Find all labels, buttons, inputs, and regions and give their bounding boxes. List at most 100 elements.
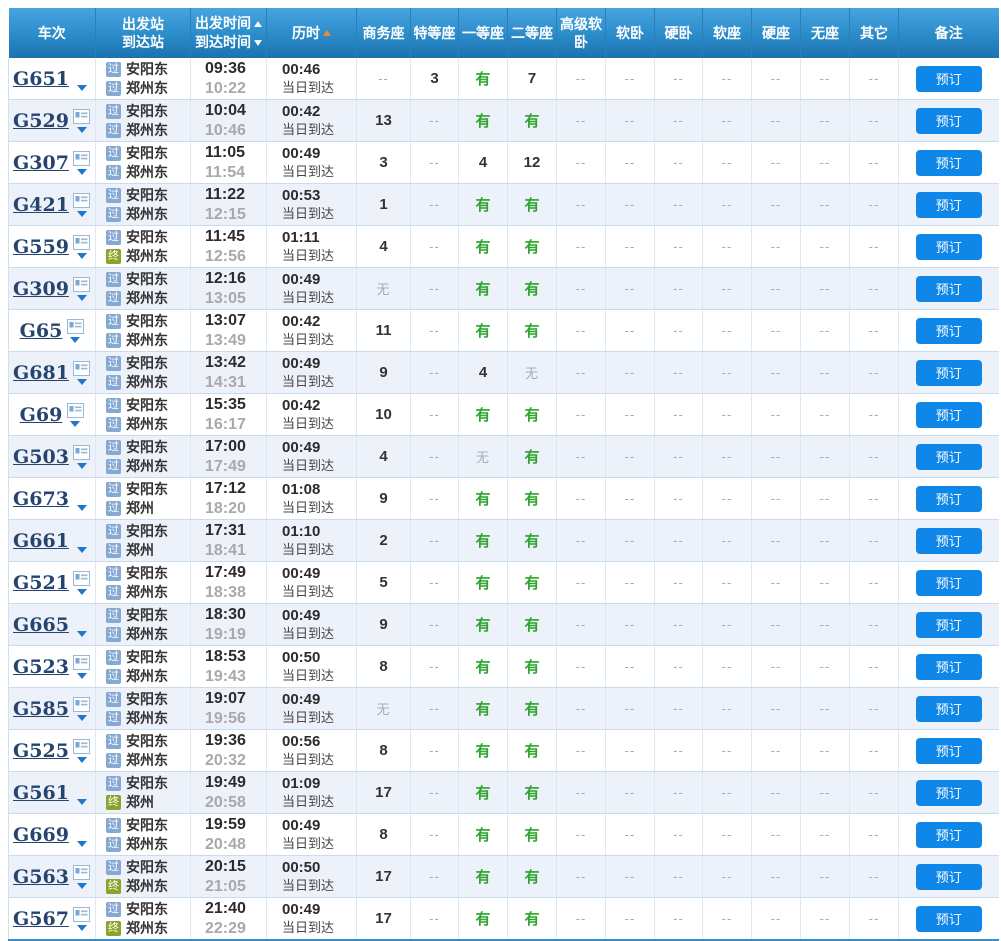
book-button[interactable]: 预订 xyxy=(915,653,982,680)
expand-caret-icon[interactable] xyxy=(76,294,87,301)
expand-caret-icon[interactable] xyxy=(70,420,81,427)
sort-asc-icon[interactable] xyxy=(254,20,262,27)
seat-other: -- xyxy=(849,729,899,772)
seat-first-class: 有 xyxy=(458,267,508,310)
seat-hard-sleeper: -- xyxy=(654,729,703,772)
duration-sort-asc-icon[interactable] xyxy=(323,30,331,36)
book-button[interactable]: 预订 xyxy=(915,233,982,260)
expand-caret-icon[interactable] xyxy=(76,882,87,889)
seat-second-class: 有 xyxy=(507,225,557,268)
expand-caret-icon[interactable] xyxy=(76,126,87,133)
book-button[interactable]: 预订 xyxy=(915,107,982,134)
expand-caret-icon[interactable] xyxy=(76,462,87,469)
depart-time: 17:49 xyxy=(205,563,246,581)
train-number-link[interactable]: G521 xyxy=(13,572,69,594)
train-number-link[interactable]: G661 xyxy=(13,530,69,552)
expand-caret-icon[interactable] xyxy=(76,378,87,385)
book-button[interactable]: 预订 xyxy=(915,695,982,722)
expand-caret-icon[interactable] xyxy=(76,714,87,721)
train-number-link[interactable]: G673 xyxy=(13,488,69,510)
train-number-link[interactable]: G665 xyxy=(13,614,69,636)
book-button[interactable]: 预订 xyxy=(915,317,982,344)
train-number-link[interactable]: G529 xyxy=(13,110,69,132)
seat-second-class: 有 xyxy=(507,729,557,772)
book-button[interactable]: 预订 xyxy=(915,569,982,596)
book-button[interactable]: 预订 xyxy=(915,737,982,764)
train-number-link[interactable]: G523 xyxy=(13,656,69,678)
arrive-time-label[interactable]: 到达时间 xyxy=(195,33,251,52)
train-number-link[interactable]: G681 xyxy=(13,362,69,384)
book-button[interactable]: 预订 xyxy=(915,191,982,218)
col-header-times[interactable]: 出发时间 到达时间 xyxy=(190,8,267,58)
expand-caret-icon[interactable] xyxy=(76,168,87,175)
train-number-link[interactable]: G309 xyxy=(13,278,69,300)
book-button[interactable]: 预订 xyxy=(915,821,982,848)
expand-caret-icon[interactable] xyxy=(76,672,87,679)
seat-no-seat: -- xyxy=(800,813,850,856)
seat-no-seat: -- xyxy=(800,99,850,142)
train-number-link[interactable]: G585 xyxy=(13,698,69,720)
seat-hard-seat: -- xyxy=(751,561,801,604)
arrive-day-note: 当日到达 xyxy=(282,332,335,347)
pass-station-icon: 过 xyxy=(106,397,121,413)
train-number-link[interactable]: G669 xyxy=(13,824,69,846)
depart-time: 20:15 xyxy=(205,857,246,875)
seat-hard-sleeper: -- xyxy=(654,813,703,856)
seat-no-seat: -- xyxy=(800,141,850,184)
train-number-link[interactable]: G69 xyxy=(20,404,63,426)
train-number-link[interactable]: G651 xyxy=(13,68,69,90)
train-number-link[interactable]: G65 xyxy=(20,320,63,342)
duration-label[interactable]: 历时 xyxy=(292,24,320,43)
book-button[interactable]: 预订 xyxy=(915,905,982,932)
expand-caret-icon[interactable] xyxy=(76,210,87,217)
train-row: G561 过安阳东 终郑州 19:49 20:58 01:09 当日到达 17 … xyxy=(8,771,999,814)
seat-premium: -- xyxy=(410,897,459,941)
expand-caret-icon[interactable] xyxy=(76,798,87,805)
expand-caret-icon[interactable] xyxy=(76,756,87,763)
book-button[interactable]: 预订 xyxy=(915,65,982,92)
expand-caret-icon[interactable] xyxy=(76,504,87,511)
pass-station-icon: 过 xyxy=(106,691,121,707)
train-number-link[interactable]: G561 xyxy=(13,782,69,804)
book-button[interactable]: 预订 xyxy=(915,149,982,176)
expand-caret-icon[interactable] xyxy=(76,588,87,595)
train-number-link[interactable]: G559 xyxy=(13,236,69,258)
arrive-time: 20:48 xyxy=(205,835,246,853)
expand-caret-icon[interactable] xyxy=(76,630,87,637)
book-button[interactable]: 预订 xyxy=(915,779,982,806)
sort-desc-icon[interactable] xyxy=(254,39,262,46)
to-station: 郑州东 xyxy=(126,206,168,222)
pass-station-icon: 过 xyxy=(106,607,121,623)
book-button[interactable]: 预订 xyxy=(915,863,982,890)
depart-time: 09:36 xyxy=(205,59,246,77)
train-number-link[interactable]: G503 xyxy=(13,446,69,468)
duration-value: 00:49 xyxy=(282,271,321,288)
train-number-link[interactable]: G567 xyxy=(13,908,69,930)
book-button[interactable]: 预订 xyxy=(915,443,982,470)
seat-hard-sleeper: -- xyxy=(654,267,703,310)
expand-caret-icon[interactable] xyxy=(76,924,87,931)
col-header-duration[interactable]: 历时 xyxy=(266,8,357,58)
seat-other: -- xyxy=(849,771,899,814)
depart-time-label[interactable]: 出发时间 xyxy=(195,14,251,33)
expand-caret-icon[interactable] xyxy=(76,546,87,553)
book-button[interactable]: 预订 xyxy=(915,485,982,512)
book-button[interactable]: 预订 xyxy=(915,359,982,386)
book-button[interactable]: 预订 xyxy=(915,275,982,302)
col-header-no-seat: 无座 xyxy=(800,8,850,58)
book-button[interactable]: 预订 xyxy=(915,401,982,428)
train-number-link[interactable]: G563 xyxy=(13,866,69,888)
expand-caret-icon[interactable] xyxy=(76,84,87,91)
book-button[interactable]: 预订 xyxy=(915,527,982,554)
seat-other: -- xyxy=(849,603,899,646)
train-number-link[interactable]: G307 xyxy=(13,152,69,174)
train-number-link[interactable]: G421 xyxy=(13,194,69,216)
expand-caret-icon[interactable] xyxy=(76,840,87,847)
expand-caret-icon[interactable] xyxy=(70,336,81,343)
train-number-link[interactable]: G525 xyxy=(13,740,69,762)
seat-soft-seat: -- xyxy=(702,771,752,814)
book-button[interactable]: 预订 xyxy=(915,611,982,638)
seat-second-class: 有 xyxy=(507,435,557,478)
seat-hard-sleeper: -- xyxy=(654,645,703,688)
expand-caret-icon[interactable] xyxy=(76,252,87,259)
